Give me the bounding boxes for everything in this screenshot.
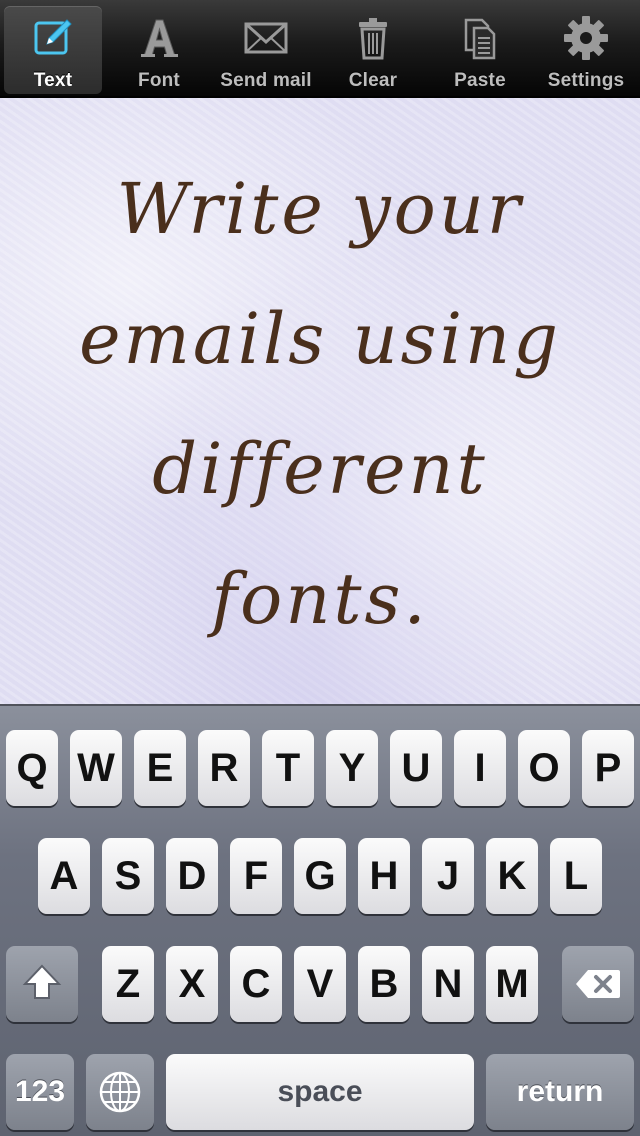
toolbar-label-font: Font — [138, 70, 180, 91]
key-r[interactable]: R — [198, 730, 250, 806]
globe-icon — [86, 1054, 154, 1114]
paste-document-icon — [456, 14, 504, 62]
toolbar-item-settings[interactable]: Settings — [536, 6, 636, 94]
envelope-icon — [242, 14, 290, 62]
toolbar-label-send-mail: Send mail — [220, 70, 312, 91]
toolbar-item-clear[interactable]: Clear — [326, 6, 420, 94]
key-a[interactable]: A — [38, 838, 90, 914]
key-s[interactable]: S — [102, 838, 154, 914]
globe-key[interactable] — [86, 1054, 154, 1130]
key-h[interactable]: H — [358, 838, 410, 914]
key-u[interactable]: U — [390, 730, 442, 806]
trash-icon — [349, 14, 397, 62]
key-n[interactable]: N — [422, 946, 474, 1022]
toolbar: Text Font Send mail Clear Paste Settings — [0, 0, 640, 98]
toolbar-item-font[interactable]: Font — [110, 6, 208, 94]
key-g[interactable]: G — [294, 838, 346, 914]
key-j[interactable]: J — [422, 838, 474, 914]
key-t[interactable]: T — [262, 730, 314, 806]
gear-icon — [562, 14, 610, 62]
key-z[interactable]: Z — [102, 946, 154, 1022]
toolbar-label-clear: Clear — [348, 70, 398, 91]
key-f[interactable]: F — [230, 838, 282, 914]
edit-pencil-icon — [29, 14, 77, 62]
key-y[interactable]: Y — [326, 730, 378, 806]
key-p[interactable]: P — [582, 730, 634, 806]
toolbar-label-paste: Paste — [454, 70, 506, 91]
key-q[interactable]: Q — [6, 730, 58, 806]
delete-key[interactable] — [562, 946, 634, 1022]
editor-line: different — [152, 428, 488, 510]
key-x[interactable]: X — [166, 946, 218, 1022]
toolbar-label-settings: Settings — [547, 70, 625, 91]
key-v[interactable]: V — [294, 946, 346, 1022]
editor-line: Write your — [116, 168, 524, 250]
toolbar-item-text[interactable]: Text — [4, 6, 102, 94]
keyboard: Q W E R T Y U I O P A S D F G H J K L Z … — [0, 704, 640, 1136]
key-w[interactable]: W — [70, 730, 122, 806]
editor-line: emails using — [79, 298, 561, 380]
text-editor[interactable]: Write your emails using different fonts. — [0, 98, 640, 704]
key-c[interactable]: C — [230, 946, 282, 1022]
font-letter-a-icon — [135, 14, 183, 62]
shift-arrow-icon — [6, 946, 78, 1002]
return-key[interactable]: return — [486, 1054, 634, 1130]
key-d[interactable]: D — [166, 838, 218, 914]
backspace-icon — [562, 946, 634, 1000]
toolbar-item-paste[interactable]: Paste — [430, 6, 530, 94]
space-key[interactable]: space — [166, 1054, 474, 1130]
key-l[interactable]: L — [550, 838, 602, 914]
shift-key[interactable] — [6, 946, 78, 1022]
toolbar-item-send-mail[interactable]: Send mail — [214, 6, 318, 94]
editor-line: fonts. — [211, 558, 429, 640]
key-k[interactable]: K — [486, 838, 538, 914]
key-b[interactable]: B — [358, 946, 410, 1022]
key-o[interactable]: O — [518, 730, 570, 806]
key-e[interactable]: E — [134, 730, 186, 806]
toolbar-label-text: Text — [33, 70, 73, 91]
key-m[interactable]: M — [486, 946, 538, 1022]
editor-text[interactable]: Write your emails using different fonts. — [40, 144, 600, 664]
numbers-key[interactable]: 123 — [6, 1054, 74, 1130]
key-i[interactable]: I — [454, 730, 506, 806]
